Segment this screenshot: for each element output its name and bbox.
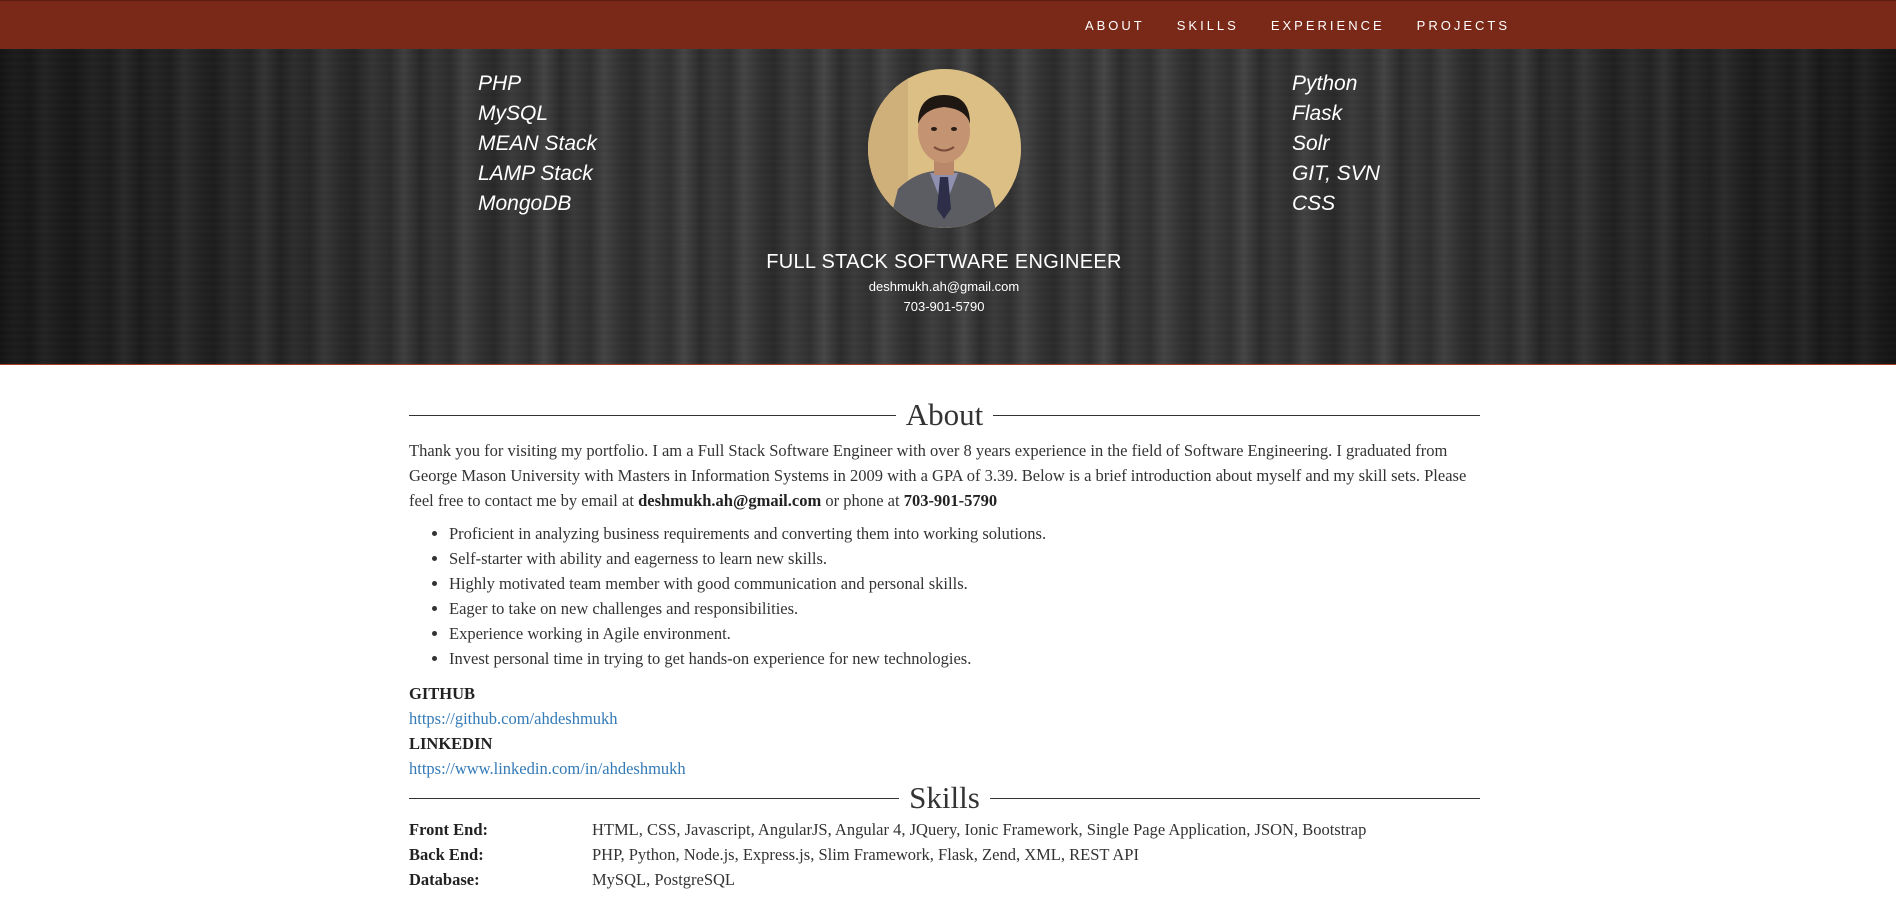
hero-skill: Flask [1292,102,1343,125]
hero-skill: Python [1292,72,1358,95]
skills-row: Back End: PHP, Python, Node.js, Express.… [409,842,1480,867]
list-item: Invest personal time in trying to get ha… [449,646,1480,671]
skills-row-label: Front End: [409,820,489,839]
list-item: Experience working in Agile environment. [449,621,1480,646]
skills-table: Front End: HTML, CSS, Javascript, Angula… [409,817,1480,892]
heading-rule [409,414,896,416]
profile-photo [868,69,1021,228]
skills-row-label: Database: [409,870,480,889]
list-item: Proficient in analyzing business require… [449,521,1480,546]
about-bullet-list: Proficient in analyzing business require… [409,521,1480,671]
hero-skill: Solr [1292,132,1330,155]
hero-skill: PHP [478,72,522,95]
about-heading: About [409,398,1480,432]
linkedin-label: LINKEDIN [409,734,493,753]
main-content: About Thank you for visiting my portfoli… [409,398,1480,892]
list-item: Highly motivated team member with good c… [449,571,1480,596]
hero-skill: LAMP Stack [478,162,593,185]
skills-row-label: Back End: [409,845,484,864]
about-intro-mid: or phone at [821,491,904,510]
skills-row-value: PHP, Python, Node.js, Express.js, Slim F… [592,845,1139,864]
skills-heading: Skills [409,781,1480,815]
list-item: Eager to take on new challenges and resp… [449,596,1480,621]
profile-photo-image [868,69,1021,228]
nav-link-about[interactable]: ABOUT [1085,18,1145,33]
hero-phone: 703-901-5790 [903,299,985,314]
hero-email: deshmukh.ah@gmail.com [868,279,1020,294]
list-item: Self-starter with ability and eagerness … [449,546,1480,571]
top-navbar: ABOUT SKILLS EXPERIENCE PROJECTS [0,0,1896,49]
hero-skill: GIT, SVN [1292,162,1380,185]
profile-links: GITHUB https://github.com/ahdeshmukh LIN… [409,681,1480,781]
hero-skills-right: Python Flask Solr GIT, SVN CSS [1292,69,1380,219]
about-intro-email: deshmukh.ah@gmail.com [638,491,822,510]
heading-rule [409,797,900,799]
skills-row-value: HTML, CSS, Javascript, AngularJS, Angula… [592,820,1367,839]
hero-skill: MEAN Stack [478,132,598,155]
about-intro-phone: 703-901-5790 [903,491,998,510]
nav-menu: ABOUT SKILLS EXPERIENCE PROJECTS [1085,1,1510,50]
section-title: About [905,397,984,432]
linkedin-link[interactable]: https://www.linkedin.com/in/ahdeshmukh [409,756,686,781]
hero-skill: CSS [1292,192,1336,215]
hero-banner: PHP MySQL MEAN Stack LAMP Stack MongoDB [0,49,1896,365]
hero-skill: MongoDB [478,192,572,215]
skills-row-value: MySQL, PostgreSQL [592,870,736,889]
about-intro: Thank you for visiting my portfolio. I a… [409,438,1480,513]
section-title: Skills [909,780,980,815]
skills-row: Front End: HTML, CSS, Javascript, Angula… [409,817,1480,842]
nav-link-experience[interactable]: EXPERIENCE [1271,18,1385,33]
hero-skill: MySQL [478,102,549,125]
heading-rule [989,797,1480,799]
skills-row: Database: MySQL, PostgreSQL [409,867,1480,892]
github-label: GITHUB [409,684,476,703]
nav-link-projects[interactable]: PROJECTS [1417,18,1510,33]
hero-skills-left: PHP MySQL MEAN Stack LAMP Stack MongoDB [478,69,597,219]
heading-rule [993,414,1480,416]
hero-title: FULL STACK SOFTWARE ENGINEER [766,251,1122,273]
nav-link-skills[interactable]: SKILLS [1177,18,1239,33]
github-link[interactable]: https://github.com/ahdeshmukh [409,706,618,731]
